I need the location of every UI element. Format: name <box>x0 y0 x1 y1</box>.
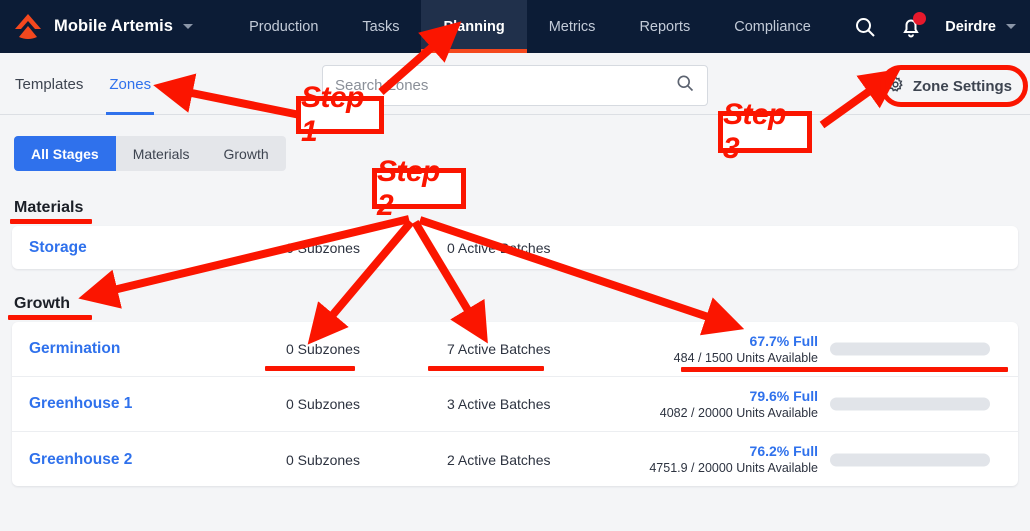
zone-batches-count: 0 Active Batches <box>447 239 551 256</box>
artemis-chevron-logo-icon <box>13 12 43 42</box>
zone-link-germination[interactable]: Germination <box>29 340 120 358</box>
zone-batches-count: 3 Active Batches <box>447 396 551 412</box>
notification-badge <box>913 11 927 25</box>
zone-capacity: 79.6% Full 4082 / 20000 Units Available <box>558 387 818 421</box>
capacity-progress-bar <box>830 453 990 466</box>
user-menu[interactable]: Deirdre <box>945 19 1016 35</box>
brand-name: Mobile Artemis <box>54 17 174 35</box>
capacity-progress-bar <box>830 397 990 411</box>
growth-zone-card: Germination 0 Subzones 7 Active Batches … <box>12 322 1018 486</box>
nav-link-tasks[interactable]: Tasks <box>340 0 421 53</box>
zone-link-greenhouse-1[interactable]: Greenhouse 1 <box>29 395 132 413</box>
top-navigation-bar: Mobile Artemis Production Tasks Planning… <box>0 0 1030 53</box>
nav-link-compliance[interactable]: Compliance <box>712 0 833 53</box>
zone-subzones-count: 0 Subzones <box>286 396 360 412</box>
filter-materials[interactable]: Materials <box>116 136 207 171</box>
table-row[interactable]: Storage 0 Subzones 0 Active Batches <box>12 226 1018 269</box>
search-input[interactable] <box>335 77 675 94</box>
nav-link-production[interactable]: Production <box>227 0 340 53</box>
materials-zone-card: Storage 0 Subzones 0 Active Batches <box>12 226 1018 269</box>
annotation-underline-materials <box>10 219 92 224</box>
filter-all-stages[interactable]: All Stages <box>14 136 116 171</box>
nav-right-actions: Deirdre <box>853 0 1030 53</box>
table-row[interactable]: Greenhouse 2 0 Subzones 2 Active Batches… <box>12 432 1018 486</box>
bell-icon[interactable] <box>899 11 927 39</box>
search-icon[interactable] <box>675 73 695 98</box>
search-icon[interactable] <box>853 15 877 39</box>
capacity-progress-bar <box>830 342 990 356</box>
user-name: Deirdre <box>945 18 996 35</box>
zone-batches-count: 7 Active Batches <box>447 341 551 357</box>
sub-tabs: Templates Zones <box>12 53 154 115</box>
capacity-percent-label: 76.2% Full <box>749 443 818 460</box>
chevron-down-icon <box>1006 24 1016 29</box>
gear-icon <box>886 75 905 98</box>
capacity-units-label: 4082 / 20000 Units Available <box>659 405 818 420</box>
chevron-down-icon[interactable] <box>183 24 194 29</box>
primary-nav-links: Production Tasks Planning Metrics Report… <box>227 0 833 53</box>
nav-link-reports[interactable]: Reports <box>617 0 712 53</box>
zone-subzones-count: 0 Subzones <box>286 451 360 468</box>
capacity-units-label: 484 / 1500 Units Available <box>673 350 818 365</box>
nav-link-planning[interactable]: Planning <box>421 0 527 53</box>
table-row[interactable]: Germination 0 Subzones 7 Active Batches … <box>12 322 1018 377</box>
zone-capacity: 76.2% Full 4751.9 / 20000 Units Availabl… <box>558 442 818 476</box>
annotation-underline-growth <box>8 315 92 320</box>
annotation-step-2: Step 2 <box>372 155 466 222</box>
stage-filter-segmented-control: All Stages Materials Growth <box>14 136 286 171</box>
search-zones-box[interactable] <box>322 65 708 106</box>
sub-tab-zones[interactable]: Zones <box>106 53 154 115</box>
nav-link-metrics[interactable]: Metrics <box>527 0 618 53</box>
zone-settings-label: Zone Settings <box>912 77 1012 95</box>
app-root: Mobile Artemis Production Tasks Planning… <box>0 0 1030 531</box>
capacity-percent-label: 79.6% Full <box>749 387 818 404</box>
zone-batches-count: 2 Active Batches <box>447 451 551 468</box>
zone-capacity: 67.7% Full 484 / 1500 Units Available <box>558 332 818 366</box>
brand-menu[interactable]: Mobile Artemis <box>0 0 194 53</box>
sub-tab-templates[interactable]: Templates <box>12 53 86 115</box>
zone-subzones-count: 0 Subzones <box>286 239 360 256</box>
zone-subzones-count: 0 Subzones <box>286 341 360 357</box>
zone-link-storage[interactable]: Storage <box>29 239 87 257</box>
zone-link-greenhouse-2[interactable]: Greenhouse 2 <box>29 451 132 469</box>
section-title-materials: Materials <box>14 199 84 216</box>
table-row[interactable]: Greenhouse 1 0 Subzones 3 Active Batches… <box>12 377 1018 432</box>
filter-growth[interactable]: Growth <box>207 136 286 171</box>
zone-settings-button[interactable]: Zone Settings <box>886 70 1012 102</box>
capacity-units-label: 4751.9 / 20000 Units Available <box>649 461 818 476</box>
capacity-percent-label: 67.7% Full <box>749 332 818 349</box>
section-title-growth: Growth <box>14 295 70 312</box>
annotation-step-3: Step 3 <box>718 98 812 165</box>
